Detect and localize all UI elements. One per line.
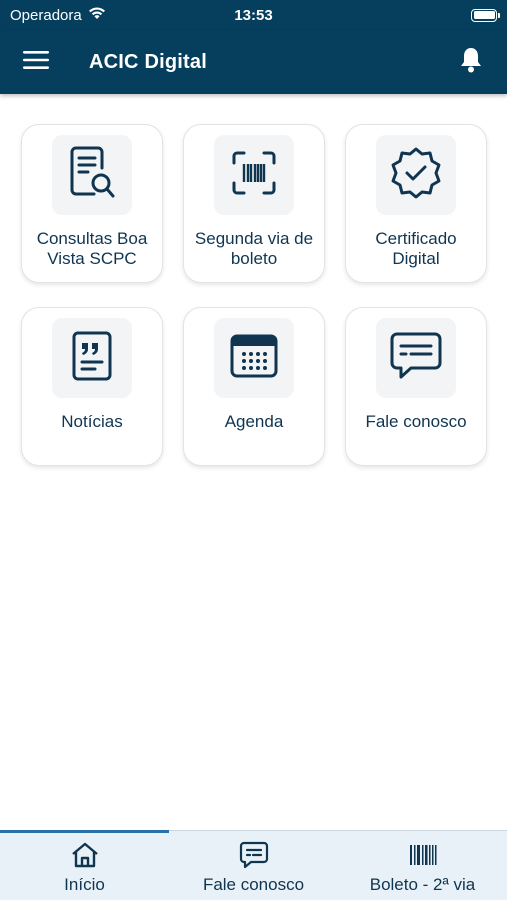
tile-label: Segunda via de boleto <box>194 229 314 268</box>
tile-noticias[interactable]: Notícias <box>21 307 163 466</box>
tile-label: Consultas Boa Vista SCPC <box>36 229 148 268</box>
status-left: Operadora <box>10 6 106 24</box>
tile-icon-box <box>214 135 294 215</box>
menu-icon <box>23 50 49 75</box>
tab-boleto-2a-via[interactable]: Boleto - 2ª via <box>338 831 507 900</box>
home-icon <box>70 841 100 869</box>
tile-segunda-via-boleto[interactable]: Segunda via de boleto <box>183 124 325 283</box>
tile-label: Fale conosco <box>365 412 467 431</box>
tile-icon-box <box>52 318 132 398</box>
tab-bar: Início Fale conosco Boleto - 2ª via <box>0 830 507 900</box>
tab-fale-conosco[interactable]: Fale conosco <box>169 831 338 900</box>
battery-icon <box>471 8 500 22</box>
app-bar: ACIC Digital <box>0 30 507 94</box>
bell-icon <box>459 46 483 79</box>
chat-bubble-icon <box>389 331 443 386</box>
tile-label: Certificado Digital <box>375 229 457 268</box>
calendar-icon <box>229 333 279 384</box>
shortcut-grid: Consultas Boa Vista SCPC Segunda via de … <box>21 124 487 466</box>
tile-icon-box <box>214 318 294 398</box>
tab-label: Início <box>64 875 105 894</box>
tile-label: Notícias <box>61 412 123 431</box>
tile-icon-box <box>376 318 456 398</box>
app-title: ACIC Digital <box>89 50 207 73</box>
carrier-label: Operadora <box>10 6 82 24</box>
notifications-button[interactable] <box>453 44 489 80</box>
tile-consultas-boa-vista[interactable]: Consultas Boa Vista SCPC <box>21 124 163 283</box>
status-bar: Operadora 13:53 <box>0 0 507 30</box>
tab-inicio[interactable]: Início <box>0 830 169 900</box>
barcode-scan-icon <box>231 150 277 201</box>
tile-fale-conosco[interactable]: Fale conosco <box>345 307 487 466</box>
wifi-icon <box>88 6 106 24</box>
tab-label: Fale conosco <box>202 875 305 894</box>
tab-label: Boleto - 2ª via <box>369 875 476 894</box>
tile-icon-box <box>376 135 456 215</box>
barcode-icon <box>409 841 437 869</box>
menu-button[interactable] <box>0 30 72 94</box>
tile-label: Agenda <box>224 412 284 431</box>
certificate-badge-icon <box>389 146 443 205</box>
news-quote-icon <box>71 330 113 387</box>
document-search-icon <box>68 146 116 205</box>
tile-agenda[interactable]: Agenda <box>183 307 325 466</box>
tile-certificado-digital[interactable]: Certificado Digital <box>345 124 487 283</box>
chat-bubble-icon <box>239 841 269 869</box>
tile-icon-box <box>52 135 132 215</box>
